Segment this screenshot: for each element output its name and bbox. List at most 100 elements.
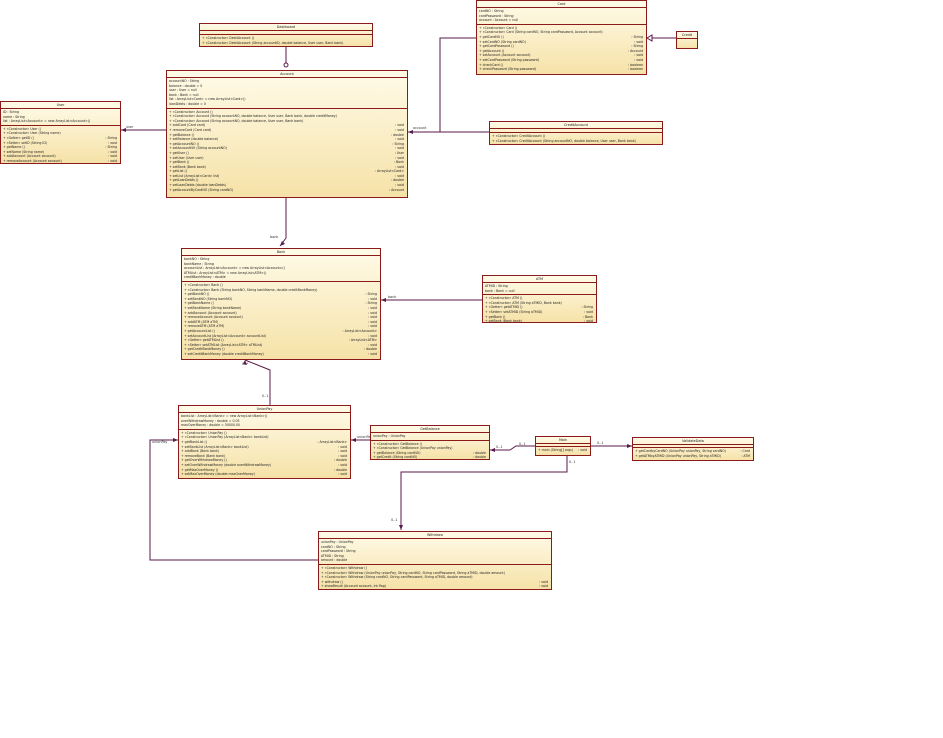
member-signature: + removeAccount (Account account) [3, 158, 62, 163]
class-title: Main [536, 437, 590, 444]
member-type: : void [108, 158, 117, 163]
class-member: loanDebts : double = 0 [169, 102, 405, 107]
member-type: : void [338, 472, 347, 477]
class-title: Credit [677, 32, 697, 39]
edge-label-multiplicity: 0..1 [569, 460, 576, 464]
class-atm[interactable]: ATM ATMID : String bank : Bank = null + «… [482, 275, 597, 323]
class-member: list : ArrayList<Account> = new ArrayLis… [3, 119, 118, 124]
member-text: maxOverMoney : double = 50000.00 [181, 423, 241, 428]
attributes-section: bankNO : String bankName : String accountL… [182, 256, 380, 282]
class-member: creditBankMoney : double [184, 275, 378, 280]
edge-unionpay-bank [244, 359, 271, 405]
class-unionpay[interactable]: UnionPay bankList : ArrayList<Bank> = ne… [178, 405, 351, 479]
member-type: : void [584, 319, 593, 323]
class-user[interactable]: User ID : String name : String list : Arra… [0, 101, 121, 164]
edge-account-card [408, 37, 476, 133]
arrowhead [351, 438, 356, 442]
class-title: UnionPay [179, 406, 350, 413]
member-type: : ATM [741, 453, 750, 458]
member-type: : double [473, 455, 486, 460]
class-member: + removeAccount (Account account) : void [3, 158, 118, 163]
methods-section: + «Constructor» Card () + «Constructor» C… [477, 25, 646, 73]
methods-section: + «Constructor» ATM () + «Constructor» AT… [483, 295, 596, 323]
class-main[interactable]: Main + main (String[] args) : void [535, 436, 591, 456]
methods-section: + «Constructor» User () + «Constructor» U… [1, 126, 120, 163]
edge-label-multiplicity: 0..1 [262, 394, 269, 398]
edge-label-multiplicity: 0..1 [597, 441, 604, 445]
inheritance-marker [646, 34, 653, 42]
class-member: + setMaxOverMoney (double maxOverMoney):… [181, 472, 348, 477]
class-member: + setCreditBankMoney (double creditBankM… [184, 352, 378, 357]
attributes-section: ID : String name : String list : ArrayList… [1, 109, 120, 126]
member-text: + «Constructor» DebitAccount (String acc… [202, 40, 344, 45]
class-card[interactable]: Card cardNO : String cardPassword : Strin… [476, 0, 647, 75]
edge-label-bank: bank [388, 295, 397, 299]
class-validatedata[interactable]: ValidateData + getCardbyCardNO (UnionPay… [632, 437, 754, 461]
class-withdraw[interactable]: Withdraw unionPay : UnionPay cardNO : Str… [318, 531, 552, 590]
class-member: + «Constructor» CreditAccount (String ac… [492, 139, 660, 144]
member-signature: + setMaxOverMoney (double maxOverMoney) [181, 472, 255, 477]
class-bank[interactable]: Bank bankNO : String bankName : String acc… [181, 248, 381, 360]
class-getbalance[interactable]: GetBalance unionPay : UnionPay + «Constr… [370, 425, 490, 460]
class-member: bank : Bank = null [485, 289, 594, 294]
class-member: maxOverMoney : double = 50000.00 [181, 423, 348, 428]
attributes-section: unionPay : UnionPay cardNO : String cardPa… [319, 539, 551, 565]
attributes-section: ATMID : String bank : Bank = null [483, 283, 596, 296]
class-creditaccount[interactable]: CreditAccount + «Constructor» CreditAcco… [489, 121, 663, 145]
class-member: account : Account = null [479, 18, 644, 23]
member-text: account : Account = null [479, 18, 519, 23]
class-member: amount : double [321, 558, 549, 563]
methods-section: + «Constructor» DebitAccount () + «Constr… [200, 35, 372, 46]
arrowhead [280, 241, 285, 246]
attributes-section [677, 39, 697, 42]
methods-section: + getCardbyCardNO (UnionPay unionPay, St… [633, 448, 753, 459]
attributes-section: cardNO : String cardPassword : String acco… [477, 8, 646, 25]
attributes-section: unionPay : UnionPay [371, 433, 489, 441]
class-account[interactable]: Account accountNO : String balance : doub… [166, 70, 408, 198]
class-member: + getAccountByCardNO (String cardNO) : Ac… [169, 188, 405, 193]
edge-label-account: account [413, 126, 427, 130]
class-member: + showResult (Account account, int flag)… [321, 584, 549, 589]
methods-section: + «Constructor» Bank () + «Constructor» B… [182, 282, 380, 358]
member-signature: + getCredit (String cardNO) [373, 455, 418, 460]
methods-section: + «Constructor» UnionPay () + «Constructo… [179, 430, 350, 478]
class-title: ValidateData [633, 438, 753, 445]
class-member: + checkPassword (String password): boole… [479, 67, 644, 72]
edge-label-multiplicity: 0..1 [496, 445, 503, 449]
class-member: + getCredit (String cardNO) : double [373, 455, 487, 460]
member-text: + «Constructor» CreditAccount (String ac… [492, 138, 636, 143]
member-type: : void [539, 584, 548, 589]
inheritance-marker [283, 62, 289, 68]
member-text: loanDebts : double = 0 [169, 101, 206, 106]
arrowhead [399, 525, 403, 530]
class-credit[interactable]: Credit [676, 31, 698, 49]
methods-section: + «Constructor» Withdraw () + «Constructo… [319, 565, 551, 589]
class-title: Account [167, 71, 407, 78]
class-title: CreditAccount [490, 122, 662, 129]
edge-label-user: user [126, 125, 134, 129]
member-type: : void [368, 351, 377, 356]
class-member: + «Constructor» DebitAccount (String acc… [202, 41, 370, 46]
methods-section: + main (String[] args) : void [536, 447, 590, 454]
edge-label-multiplicity: 0..* [242, 362, 249, 366]
member-signature: + getAccountByCardNO (String cardNO) [169, 187, 234, 192]
methods-section: + «Constructor» CreditAccount () + «Const… [490, 133, 662, 144]
member-type: : Account [389, 187, 404, 192]
member-type: : void [578, 448, 587, 452]
member-signature: + setCreditBankMoney (double creditBankM… [184, 351, 264, 356]
member-text: amount : double [321, 558, 348, 563]
class-dashboard[interactable]: Dashboard + «Constructor» DebitAccount (… [199, 23, 373, 47]
attributes-section: accountNO : String balance : double = 0 us… [167, 78, 407, 109]
class-member: unionPay : UnionPay [373, 434, 487, 439]
edge-label-unionpay: unionPay [152, 440, 168, 444]
member-signature: + main (String[] args) [538, 448, 574, 452]
edge-label-multiplicity: 0..1 [391, 518, 398, 522]
member-text: unionPay : UnionPay [373, 434, 406, 438]
class-member: + getATMbyATMID (UnionPay unionPay, Stri… [635, 454, 751, 459]
class-member: + main (String[] args) : void [538, 448, 588, 453]
methods-section: + «Constructor» GetBalance () + «Construc… [371, 441, 489, 460]
class-title: Card [477, 1, 646, 8]
member-signature: + showResult (Account account, int flag) [321, 584, 387, 589]
uml-class-diagram: user account bank bank unionPay unionPay… [0, 0, 943, 738]
association-lines [121, 34, 676, 561]
